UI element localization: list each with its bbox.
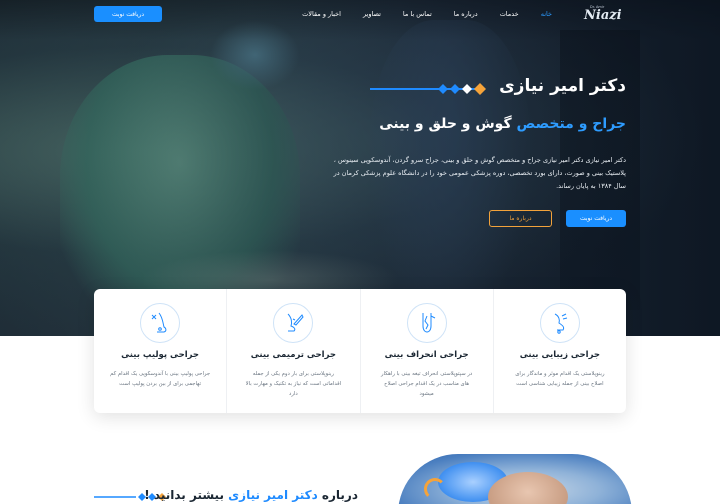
nose-profile-icon: [539, 303, 580, 343]
service-item[interactable]: جراحی زیبایی بینی رینوپلاستی یک اقدام مو…: [494, 289, 626, 413]
hero-appointment-button[interactable]: دریافت نوبت: [566, 210, 626, 227]
hero-section: دریافت نوبت خانه خدمات درباره ما تماس با…: [0, 0, 720, 336]
main-nav: خانه خدمات درباره ما تماس با ما تصاویر ا…: [280, 10, 552, 18]
about-heading-highlight: دکتر امیر نیازی: [228, 488, 318, 502]
nav-item-home[interactable]: خانه: [541, 10, 552, 18]
nav-item-contact[interactable]: تماس با ما: [403, 10, 432, 18]
hero-subtitle-rest: گوش و حلق و بینی: [379, 116, 512, 132]
hero-title: دکتر امیر نیازی: [499, 76, 626, 96]
hero-subtitle-highlight: جراح و متخصص: [516, 116, 626, 132]
nav-item-news[interactable]: اخبار و مقالات: [302, 10, 341, 18]
nav-item-about[interactable]: درباره ما: [454, 10, 478, 18]
hero-subtitle: جراح و متخصص گوش و حلق و بینی: [379, 116, 626, 132]
service-description: در سپتوپلاستی انحراف تیغه بینی با راهکار…: [380, 371, 473, 397]
logo-text: Niazi: [584, 8, 622, 23]
nav-item-services[interactable]: خدمات: [500, 10, 519, 18]
service-item[interactable]: جراحی انحراف بینی در سپتوپلاستی انحراف ت…: [361, 289, 494, 413]
service-title: جراحی زیبایی بینی: [519, 350, 600, 360]
septum-icon: [406, 303, 447, 343]
about-heading-prefix: درباره: [321, 488, 358, 502]
diamond-dots-icon: [438, 83, 486, 95]
hero-about-button[interactable]: درباره ما: [489, 210, 552, 227]
hero-description: دکتر امیر نیازی دکتر امیر نیازی جراح و م…: [333, 156, 626, 190]
nose-polyp-icon: [140, 303, 181, 343]
about-heading: درباره دکتر امیر نیازی بیشتر بدانید !: [144, 488, 358, 502]
nose-scalpel-icon: [273, 303, 314, 343]
nav-item-gallery[interactable]: تصاویر: [363, 10, 381, 18]
about-heading-suffix: بیشتر بدانید !: [144, 488, 224, 502]
service-title: جراحی ترمیمی بینی: [250, 350, 336, 360]
service-item[interactable]: جراحی ترمیمی بینی رینوپلاستی برای بار دو…: [227, 289, 361, 413]
orange-ring-decoration: [424, 478, 446, 500]
service-description: رینوپلاستی برای بار دوم یکی از جمله اقدا…: [245, 371, 342, 397]
services-card: جراحی زیبایی بینی رینوپلاستی یک اقدام مو…: [94, 289, 626, 413]
service-description: جراحی پولیپ بینی با آندوسکوپی یک اقدام ک…: [110, 371, 211, 387]
header-appointment-button[interactable]: دریافت نوبت: [94, 6, 162, 22]
service-item[interactable]: جراحی پولیپ بینی جراحی پولیپ بینی با آند…: [94, 289, 228, 413]
service-description: رینوپلاستی یک اقدام موثر و ماندگار برای …: [515, 371, 605, 387]
service-title: جراحی انحراف بینی: [384, 350, 469, 360]
site-logo[interactable]: Dr. Amir Niazi: [580, 4, 622, 30]
service-title: جراحی پولیپ بینی: [121, 350, 200, 360]
